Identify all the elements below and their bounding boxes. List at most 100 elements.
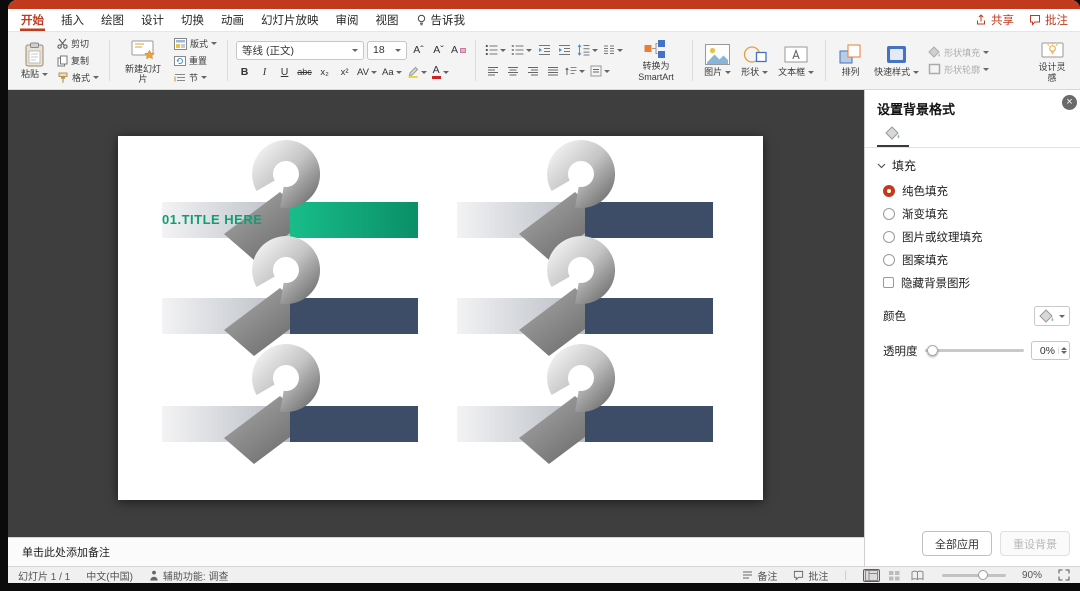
text-direction-button[interactable] — [564, 63, 586, 80]
normal-view-button[interactable] — [862, 568, 880, 582]
tab-告诉我[interactable]: 告诉我 — [415, 9, 467, 31]
numbering-button[interactable] — [510, 42, 533, 59]
design-ideas-group: 设计灵感 — [1021, 35, 1074, 86]
change-case-button[interactable]: Aa — [381, 64, 403, 81]
radio-icon[interactable] — [883, 184, 895, 197]
italic-button[interactable]: I — [256, 64, 273, 81]
transparency-spinner[interactable]: 0% — [1031, 341, 1070, 360]
fill-option[interactable]: 渐变填充 — [865, 202, 1080, 225]
font-size-combo[interactable]: 18 — [367, 40, 408, 60]
zoom-level[interactable]: 90% — [1022, 570, 1042, 581]
underline-button[interactable]: U — [276, 64, 293, 81]
cut-button[interactable]: 剪切 — [55, 36, 101, 51]
font-name-combo[interactable]: 等线 (正文) — [236, 40, 365, 60]
fill-option[interactable]: 纯色填充 — [865, 179, 1080, 202]
radio-icon[interactable] — [883, 230, 895, 243]
tab-切换[interactable]: 切换 — [180, 9, 205, 31]
tab-开始[interactable]: 开始 — [20, 9, 45, 31]
reset-background-button[interactable]: 重设背景 — [1000, 531, 1070, 556]
fill-option[interactable]: 隐藏背景图形 — [865, 271, 1080, 294]
share-button[interactable]: 共享 — [975, 9, 1014, 31]
chevron-down-icon — [913, 70, 920, 74]
chevron-down-icon — [93, 76, 100, 79]
shrink-font-button[interactable]: Aˇ — [430, 42, 447, 59]
tab-插入[interactable]: 插入 — [60, 9, 85, 31]
tab-绘图[interactable]: 绘图 — [100, 9, 125, 31]
divider — [825, 40, 827, 81]
fill-section-header[interactable]: 填充 — [865, 148, 1080, 179]
panel-close-button[interactable]: × — [1062, 95, 1077, 110]
align-left-button[interactable] — [484, 63, 501, 80]
shape-fill-button[interactable]: 形状填充 — [926, 45, 991, 60]
tab-设计[interactable]: 设计 — [140, 9, 165, 31]
slide-sorter-view-button[interactable] — [886, 569, 903, 582]
indent-button[interactable] — [556, 42, 573, 59]
superscript-button[interactable]: x² — [336, 64, 353, 81]
comments-toggle[interactable]: 批注 — [793, 568, 828, 583]
align-text-button[interactable] — [589, 63, 611, 80]
grow-font-button[interactable]: Aˆ — [410, 42, 427, 59]
shape-outline-button[interactable]: 形状轮廓 — [926, 62, 991, 77]
reading-view-button[interactable] — [909, 569, 926, 582]
notes-toggle[interactable]: 备注 — [742, 568, 777, 583]
radio-icon[interactable] — [883, 253, 895, 266]
checkbox-icon[interactable] — [883, 277, 894, 288]
highlight-button[interactable] — [406, 64, 428, 81]
slide[interactable]: 01.TITLE HERE — [118, 136, 763, 500]
bold-button[interactable]: B — [236, 64, 253, 81]
convert-smartart-button[interactable]: 转换为SmartArt — [628, 38, 684, 83]
design-ideas-button[interactable]: 设计灵感 — [1034, 37, 1070, 84]
character-spacing-button[interactable]: AV — [356, 64, 378, 81]
tab-审阅[interactable]: 审阅 — [335, 9, 360, 31]
paint-bucket-icon — [1039, 309, 1055, 323]
notes-pane[interactable]: 单击此处添加备注 — [8, 537, 864, 566]
columns-button[interactable] — [602, 42, 624, 59]
paste-button[interactable]: 粘贴 — [18, 41, 51, 80]
reset-button[interactable]: 重置 — [172, 53, 219, 68]
picture-button[interactable]: 图片 — [701, 43, 734, 78]
fullscreen-icon[interactable] — [1058, 569, 1070, 581]
stepper-down-icon[interactable] — [1061, 351, 1067, 354]
copy-button[interactable]: 复制 — [55, 53, 101, 68]
banner-item[interactable] — [455, 336, 715, 468]
align-center-button[interactable] — [504, 63, 521, 80]
strikethrough-button[interactable]: abc — [296, 64, 313, 81]
spinner-steppers[interactable] — [1058, 347, 1067, 354]
zoom-knob[interactable] — [977, 569, 988, 580]
tab-幻灯片放映[interactable]: 幻灯片放映 — [260, 9, 320, 31]
comments-button[interactable]: 批注 — [1029, 9, 1068, 31]
tab-视图[interactable]: 视图 — [375, 9, 400, 31]
shape-format-buttons: 形状填充 形状轮廓 — [926, 45, 991, 77]
clear-format-button[interactable]: A — [450, 42, 467, 59]
tab-动画[interactable]: 动画 — [220, 9, 245, 31]
color-picker-button[interactable] — [1034, 306, 1070, 326]
layout-button[interactable]: 版式 — [172, 36, 219, 51]
fill-option[interactable]: 图片或纹理填充 — [865, 225, 1080, 248]
zoom-slider[interactable] — [941, 569, 1006, 580]
fill-option[interactable]: 图案填充 — [865, 248, 1080, 271]
subscript-button[interactable]: x₂ — [316, 64, 333, 81]
outdent-button[interactable] — [536, 42, 553, 59]
stepper-up-icon[interactable] — [1061, 347, 1067, 350]
align-right-button[interactable] — [524, 63, 541, 80]
section-button[interactable]: 节 — [172, 70, 219, 85]
reset-icon — [174, 55, 187, 67]
slider-knob[interactable] — [926, 344, 938, 356]
radio-icon[interactable] — [883, 207, 895, 220]
format-painter-button[interactable]: 格式 — [55, 70, 101, 85]
transparency-slider[interactable] — [924, 344, 1024, 356]
accessibility-status[interactable]: 辅助功能: 调查 — [149, 568, 228, 583]
font-color-button[interactable]: A — [431, 64, 450, 81]
arrange-button[interactable]: 排列 — [834, 43, 867, 78]
textbox-button[interactable]: 文本框 — [775, 43, 817, 78]
new-slide-button[interactable]: 新建幻灯片 — [118, 36, 168, 86]
quick-styles-button[interactable]: 快速样式 — [871, 43, 922, 78]
bullets-button[interactable] — [484, 42, 507, 59]
language-indicator[interactable]: 中文(中国) — [86, 568, 133, 583]
shapes-button[interactable]: 形状 — [738, 43, 771, 78]
line-spacing-button[interactable] — [576, 42, 599, 59]
apply-all-button[interactable]: 全部应用 — [922, 531, 992, 556]
fill-tab[interactable] — [877, 123, 909, 147]
banner-item[interactable] — [160, 336, 420, 468]
justify-button[interactable] — [544, 63, 561, 80]
